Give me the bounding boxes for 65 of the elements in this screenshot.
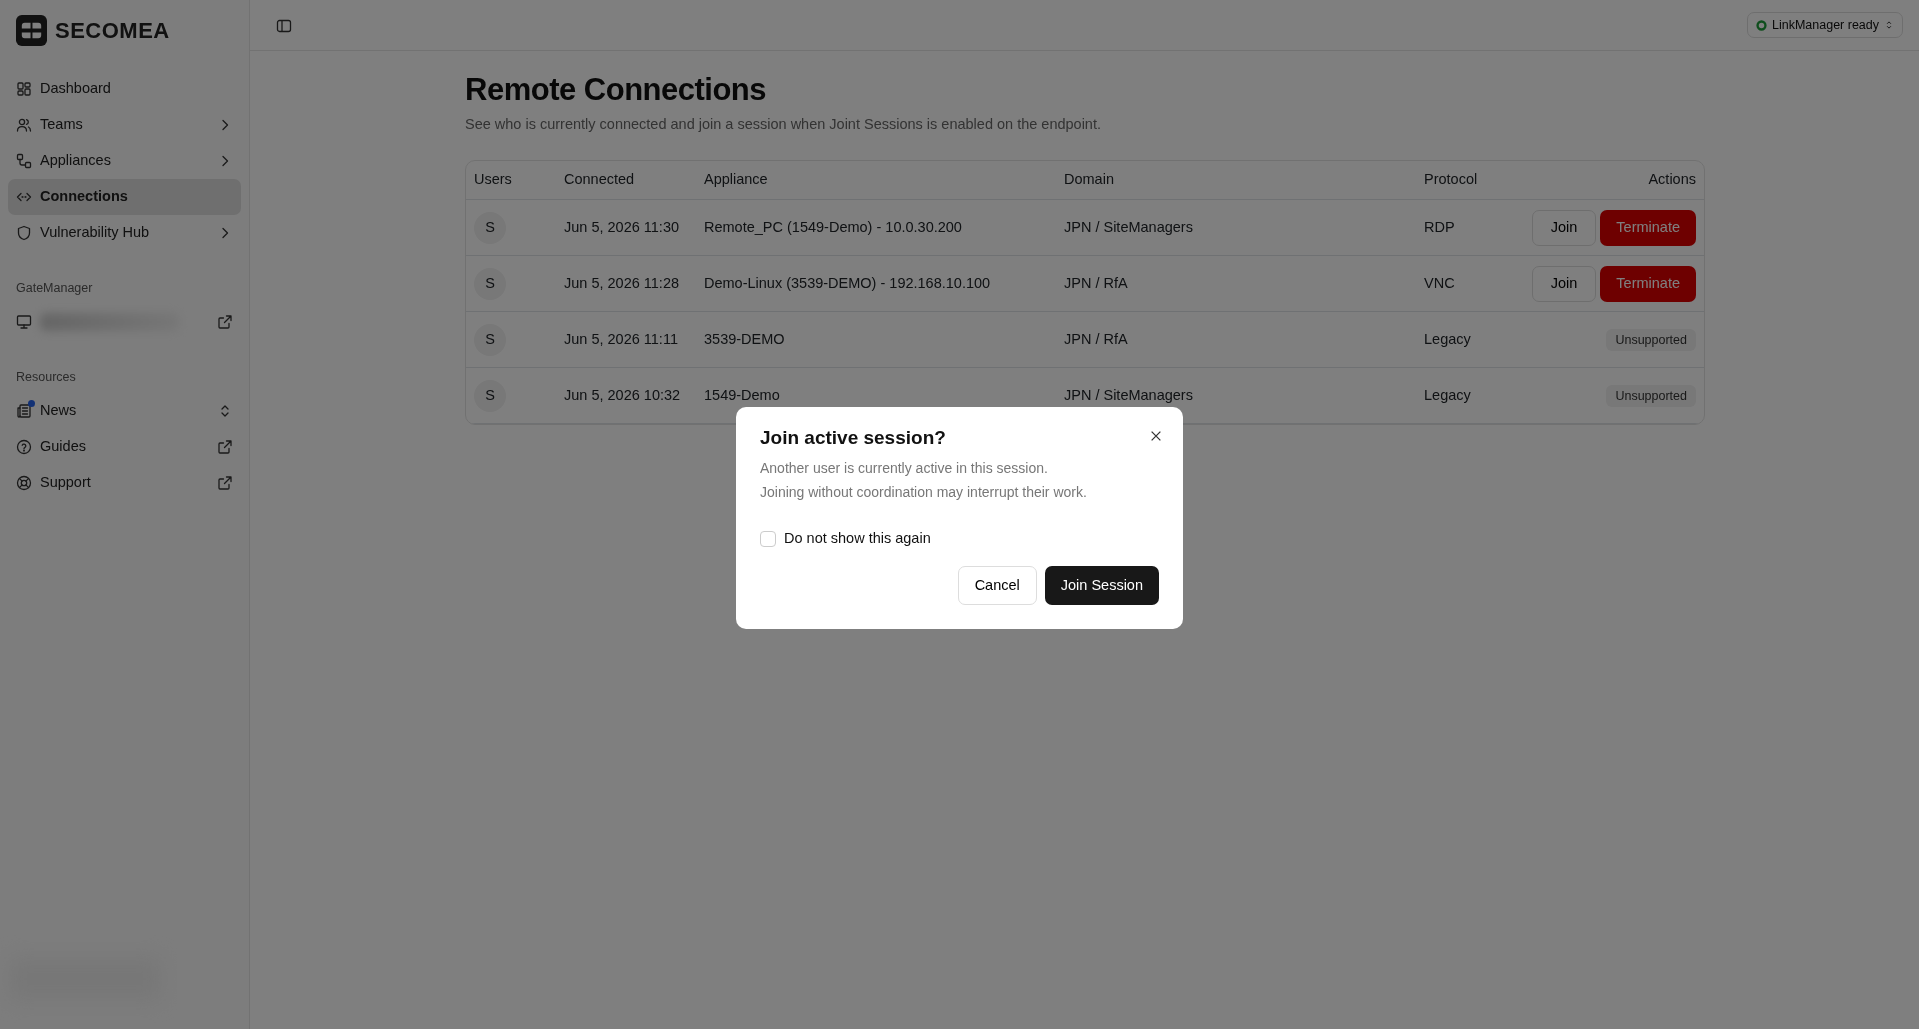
sidebar-item[interactable]: Appliances [8,143,241,179]
table-cell: Remote_PC (1549-Demo) - 10.0.30.200 [696,199,1056,256]
table-cell: Jun 5, 2026 11:30 [556,199,696,256]
sidebar-item[interactable]: Guides [8,428,241,465]
external-link-icon [217,474,233,491]
column-header: Users [466,160,556,200]
page-subtitle: See who is currently connected and join a session when Joint Sessions is enabled on the endpoint. [465,115,1102,135]
sidebar-item[interactable]: Support [8,464,241,501]
user-avatar: S [474,379,506,412]
monitor-icon [16,313,32,330]
sidebar-item[interactable]: News [8,392,241,429]
users-icon [16,117,32,133]
join-session-button[interactable]: Join Session [1044,565,1159,606]
column-header: Actions [1516,160,1704,200]
dialog-title: Join active session? [760,427,946,450]
table-cell: VNC [1416,255,1516,312]
table-cell: JPN / RfA [1056,311,1416,368]
table-cell: Jun 5, 2026 10:32 [556,367,696,424]
table-cell: Legacy [1416,367,1516,424]
logo-icon [16,15,47,46]
table-cell: 3539-DEMO [696,311,1056,368]
section-title: Resources [15,368,77,386]
grid-icon [16,81,32,97]
checkbox[interactable] [760,530,776,547]
user-avatar: S [474,323,506,356]
unsupported-tag: Unsupported [1606,329,1696,352]
sidebar-item[interactable]: Connections [8,179,241,215]
status-ring-icon [1756,19,1767,31]
dialog-message: Another user is currently active in this session. [760,458,1049,478]
sidebar-item[interactable]: Vulnerability Hub [8,215,241,251]
terminate-button[interactable]: Terminate [1600,210,1696,246]
join-button[interactable]: Join [1531,210,1597,246]
user-avatar: S [474,267,506,300]
table-cell: JPN / RfA [1056,255,1416,312]
section-title: GateManager [15,280,94,297]
help-icon [16,438,32,455]
column-header: Domain [1056,160,1416,200]
nodes-icon [16,153,32,169]
unsupported-tag: Unsupported [1606,385,1696,408]
user-avatar: S [474,211,506,244]
table-cell: Jun 5, 2026 11:28 [556,255,696,312]
table-cell: Legacy [1416,311,1516,368]
external-link-icon [217,313,233,330]
join-button[interactable]: Join [1531,266,1597,302]
external-link-icon [217,438,233,455]
dialog-message: Joining without coordination may interrupt their work. [760,482,1088,502]
table-cell: RDP [1416,199,1516,256]
column-header: Appliance [696,160,1056,200]
checkbox-label: Do not show this again [784,528,931,548]
shield-icon [16,225,32,241]
table-cell: Jun 5, 2026 11:11 [556,311,696,368]
table-cell: Demo-Linux (3539-DEMO) - 192.168.10.100 [696,255,1056,312]
column-header: Protocol [1416,160,1516,200]
sidebar-item[interactable]: Dashboard [8,71,241,107]
sidebar-item[interactable]: Teams [8,107,241,143]
status-dropdown[interactable]: LinkManager ready [1747,11,1903,39]
cancel-button[interactable]: Cancel [957,565,1037,606]
lifebuoy-icon [16,474,32,491]
table-cell: JPN / SiteManagers [1056,199,1416,256]
chevron-up-down-icon [1884,19,1894,31]
column-header: Connected [556,160,696,200]
newspaper-icon [16,402,32,419]
brand-name: SECOMEA [55,17,170,45]
page-title: Remote Connections [465,71,768,109]
terminate-button[interactable]: Terminate [1600,266,1696,302]
